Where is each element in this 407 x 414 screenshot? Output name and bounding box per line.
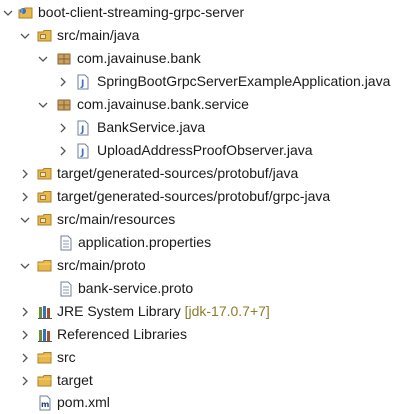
file-label: bank-service.proto [78, 280, 194, 296]
tree-row-file[interactable]: bank-service.proto [0, 277, 407, 300]
java-file-label: BankService.java [97, 119, 206, 135]
folder-icon [37, 350, 53, 366]
svg-text:J: J [80, 125, 84, 135]
tree-row-java-file[interactable]: J BankService.java [0, 116, 407, 139]
source-folder-icon [37, 166, 53, 182]
chevron-down-icon[interactable] [20, 261, 30, 271]
java-file-icon: J [75, 120, 91, 136]
folder-label: src [57, 349, 76, 365]
chevron-right-icon[interactable] [20, 192, 30, 202]
tree-row-folder[interactable]: src [0, 346, 407, 369]
library-icon [37, 304, 53, 320]
package-label: com.javainuse.bank.service [77, 96, 249, 112]
java-file-icon: J [75, 74, 91, 90]
package-icon [56, 51, 72, 67]
package-label: com.javainuse.bank [77, 50, 201, 66]
source-folder-label: src/main/resources [57, 211, 176, 227]
tree-row-folder[interactable]: target [0, 369, 407, 392]
text-file-icon [58, 281, 74, 297]
file-label: application.properties [78, 234, 212, 250]
source-folder-icon [37, 189, 53, 205]
java-file-label: SpringBootGrpcServerExampleApplication.j… [97, 73, 391, 89]
java-project-icon: J [18, 5, 34, 21]
tree-row-folder[interactable]: src/main/proto [0, 254, 407, 277]
chevron-right-icon[interactable] [58, 123, 68, 133]
library-icon [37, 327, 53, 343]
chevron-down-icon[interactable] [38, 100, 48, 110]
source-folder-icon [37, 212, 53, 228]
folder-icon [37, 373, 53, 389]
maven-file-icon: m [37, 395, 53, 411]
library-name: JRE System Library [57, 303, 181, 319]
source-folder-label: target/generated-sources/protobuf/grpc-j… [57, 188, 331, 204]
folder-icon [37, 258, 53, 274]
chevron-right-icon[interactable] [58, 146, 68, 156]
chevron-right-icon[interactable] [58, 77, 68, 87]
java-file-icon: J [75, 143, 91, 159]
jre-version-decoration: [jdk-17.0.7+7] [184, 303, 270, 319]
chevron-down-icon[interactable] [38, 54, 48, 64]
tree-row-source-folder[interactable]: src/main/resources [0, 208, 407, 231]
file-label: pom.xml [57, 394, 110, 410]
source-folder-label: src/main/java [57, 27, 140, 43]
java-file-label: UploadAddressProofObserver.java [97, 142, 313, 158]
chevron-right-icon[interactable] [20, 307, 30, 317]
project-explorer-tree: J boot-client-streaming-grpc-server src/… [0, 0, 407, 412]
folder-label: src/main/proto [57, 257, 146, 273]
tree-row-project[interactable]: J boot-client-streaming-grpc-server [0, 1, 407, 24]
source-folder-label: target/generated-sources/protobuf/java [57, 165, 299, 181]
chevron-down-icon[interactable] [20, 215, 30, 225]
chevron-down-icon[interactable] [20, 31, 30, 41]
chevron-down-icon[interactable] [3, 8, 13, 18]
tree-row-source-folder[interactable]: target/generated-sources/protobuf/grpc-j… [0, 185, 407, 208]
tree-row-file[interactable]: application.properties [0, 231, 407, 254]
package-icon [56, 97, 72, 113]
library-label: JRE System Library [jdk-17.0.7+7] [57, 300, 270, 323]
tree-row-package[interactable]: com.javainuse.bank.service [0, 93, 407, 116]
tree-row-package[interactable]: com.javainuse.bank [0, 47, 407, 70]
project-name: boot-client-streaming-grpc-server [38, 4, 245, 20]
chevron-right-icon[interactable] [20, 376, 30, 386]
svg-text:J: J [80, 148, 84, 158]
tree-row-source-folder[interactable]: target/generated-sources/protobuf/java [0, 162, 407, 185]
chevron-right-icon[interactable] [20, 169, 30, 179]
source-folder-icon [37, 28, 53, 44]
tree-row-library[interactable]: Referenced Libraries [0, 323, 407, 346]
svg-text:J: J [20, 9, 22, 15]
folder-label: target [57, 372, 93, 388]
tree-row-java-file[interactable]: J UploadAddressProofObserver.java [0, 139, 407, 162]
library-label: Referenced Libraries [57, 326, 187, 342]
tree-row-src-main-java[interactable]: src/main/java [0, 24, 407, 47]
svg-text:m: m [41, 400, 49, 409]
tree-row-file[interactable]: m pom.xml [0, 391, 407, 414]
chevron-right-icon[interactable] [20, 353, 30, 363]
tree-row-library[interactable]: JRE System Library [jdk-17.0.7+7] [0, 300, 407, 323]
chevron-right-icon[interactable] [20, 330, 30, 340]
text-file-icon [58, 235, 74, 251]
tree-row-java-file[interactable]: J SpringBootGrpcServerExampleApplication… [0, 70, 407, 93]
svg-text:J: J [80, 79, 84, 89]
